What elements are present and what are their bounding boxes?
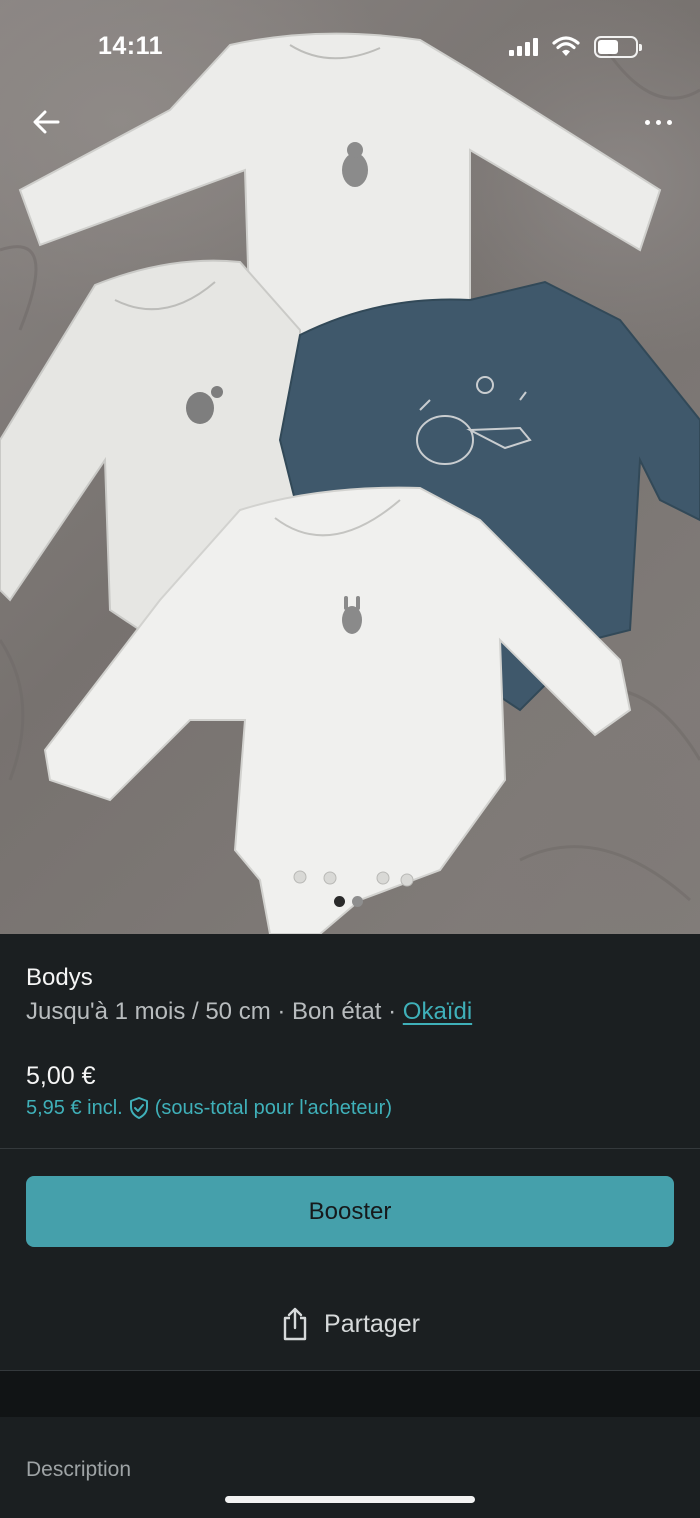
share-label: Partager: [324, 1309, 420, 1338]
item-meta: Jusqu'à 1 mois / 50 cm · Bon état · Okaï…: [26, 998, 472, 1026]
item-title: Bodys: [26, 964, 93, 991]
status-time: 14:11: [98, 32, 164, 60]
home-indicator[interactable]: [225, 1496, 475, 1503]
item-condition: Bon état: [292, 998, 382, 1025]
buyer-price-amount: 5,95 € incl.: [26, 1096, 123, 1119]
shield-check-icon: [129, 1097, 148, 1119]
battery-icon: [594, 36, 642, 58]
section-gap: [0, 1371, 700, 1417]
share-icon: [283, 1307, 307, 1341]
photo-pager[interactable]: [334, 896, 363, 907]
item-size: Jusqu'à 1 mois / 50 cm: [26, 998, 271, 1025]
more-horizontal-icon: [644, 119, 650, 125]
status-icons: [509, 36, 642, 58]
booster-button[interactable]: Booster: [26, 1176, 674, 1247]
buyer-price-note: (sous-total pour l'acheteur): [154, 1096, 392, 1119]
item-brand-link[interactable]: Okaïdi: [403, 998, 472, 1025]
pager-dot-active[interactable]: [334, 896, 345, 907]
wifi-icon: [552, 36, 580, 56]
description-label: Description: [26, 1458, 132, 1481]
pager-dot[interactable]: [352, 896, 363, 907]
cellular-signal-icon: [509, 38, 538, 56]
photo-image: [0, 32, 700, 934]
meta-separator: ·: [277, 998, 286, 1025]
meta-separator: ·: [388, 998, 397, 1025]
product-photo[interactable]: 14:11: [0, 0, 700, 934]
divider: [0, 1148, 700, 1149]
buyer-price[interactable]: 5,95 € incl. (sous-total pour l'acheteur…: [26, 1096, 392, 1120]
share-button[interactable]: Partager: [0, 1294, 700, 1354]
battery-level: [598, 40, 618, 54]
more-options-button[interactable]: [636, 104, 680, 140]
arrow-left-icon: [33, 110, 60, 134]
item-price: 5,00 €: [26, 1062, 96, 1090]
back-button[interactable]: [24, 100, 68, 144]
